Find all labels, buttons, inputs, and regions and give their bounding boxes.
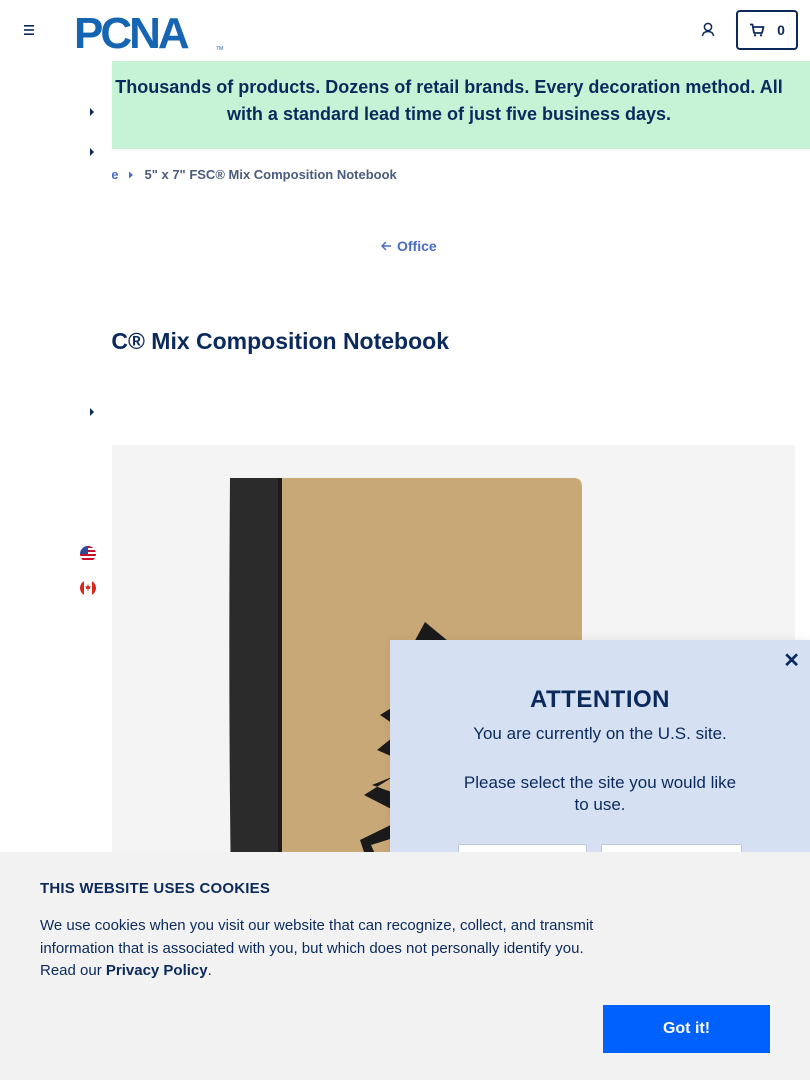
cart-count: 0	[777, 22, 785, 38]
back-to-category-link[interactable]: Office	[380, 238, 437, 254]
caret-right-icon[interactable]	[88, 146, 96, 158]
us-flag-icon[interactable]	[80, 546, 96, 562]
breadcrumb-current: 5" x 7" FSC® Mix Composition Notebook	[144, 167, 397, 182]
cart-button[interactable]: 0	[736, 10, 798, 50]
cart-icon	[750, 23, 765, 37]
close-icon[interactable]: ✕	[783, 648, 800, 673]
canada-flag-icon[interactable]	[80, 580, 96, 596]
modal-prompt: Please select the site you would like to…	[463, 773, 737, 814]
promo-banner-text: Thousands of products. Dozens of retail …	[115, 77, 783, 124]
modal-message: You are currently on the U.S. site.	[473, 724, 727, 743]
cookie-text: We use cookies when you visit our websit…	[40, 915, 610, 983]
caret-right-icon[interactable]	[88, 106, 96, 118]
site-header: PCNA TM 0	[0, 0, 810, 61]
hamburger-icon	[24, 25, 34, 35]
caret-right-icon[interactable]	[88, 406, 96, 418]
svg-text:TM: TM	[216, 46, 223, 52]
back-link-label: Office	[397, 238, 437, 254]
accept-cookies-button[interactable]: Got it!	[603, 1005, 770, 1053]
logo-text: PCNA	[74, 9, 189, 54]
caret-right-icon	[129, 171, 134, 178]
menu-button[interactable]	[18, 20, 40, 40]
cookie-banner: THIS WEBSITE USES COOKIES We use cookies…	[0, 852, 810, 1080]
breadcrumb: ce 5" x 7" FSC® Mix Composition Notebook	[104, 167, 397, 182]
account-button[interactable]	[696, 18, 720, 42]
user-icon	[701, 22, 715, 37]
pcna-logo[interactable]: PCNA TM	[74, 8, 226, 58]
arrow-left-icon	[381, 241, 392, 251]
promo-banner: Thousands of products. Dozens of retail …	[0, 61, 810, 149]
cookie-title: THIS WEBSITE USES COOKIES	[40, 880, 271, 897]
privacy-policy-link[interactable]: Privacy Policy	[106, 962, 208, 979]
modal-title: ATTENTION	[529, 686, 671, 713]
product-title: SC® Mix Composition Notebook	[96, 328, 449, 354]
cookie-text-end: .	[207, 962, 212, 979]
